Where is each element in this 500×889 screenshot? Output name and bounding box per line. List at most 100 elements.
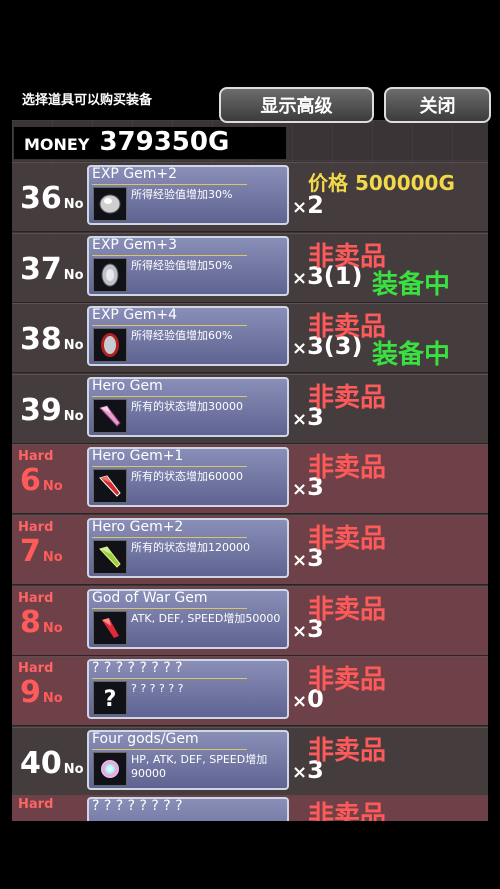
times-icon: × [292,408,308,430]
exp-gem-silver-icon [93,187,127,221]
shop-row[interactable]: Hard 9 No ? ? ? ? ? ? ? ? ? ? ? ? ? ? ? ×0… [12,656,488,727]
not-for-sale-label: 非卖品 [308,801,387,821]
card-divider [92,748,247,750]
item-name: Four gods/Gem [92,730,199,747]
item-card[interactable]: God of War Gem ATK, DEF, SPEED增加50000 [87,588,289,649]
shop-row-partial[interactable]: Hard ? ? ? ? ? ? ? ? 非卖品 [12,795,488,821]
no-suffix: No [42,550,63,565]
no-suffix: No [63,408,84,424]
item-card[interactable]: Four gods/Gem HP, ATK, DEF, SPEED增加 9000… [87,729,289,790]
hero-gem-green-icon [93,540,127,574]
exp-gem-gray-icon [93,257,127,292]
shop-row[interactable]: 37 No EXP Gem+3 所得经验值增加50% ×3(1) 非卖品 装备中 [12,232,488,303]
shop-row[interactable]: Hard 6 No Hero Gem+1 所有的状态增加60000 ×3 非卖品 [12,444,488,515]
item-name: EXP Gem+4 [92,307,178,324]
hard-label: Hard [18,520,54,535]
item-card[interactable]: ? ? ? ? ? ? ? ? ? ? ? ? ? ? ? [87,659,289,720]
equipped-label: 装备中 [372,269,451,300]
item-number-value: 7 [20,534,41,569]
money-display: MONEY 379350G [14,127,286,159]
item-description: HP, ATK, DEF, SPEED增加 90000 [131,752,268,780]
instruction-text: 选择道具可以购买装备 [22,93,153,108]
item-number-value: 9 [20,675,41,711]
item-number-value: 6 [20,463,41,499]
card-divider [92,184,247,185]
times-icon: × [292,338,308,360]
times-icon: × [292,620,308,642]
item-description: 所有的状态增加30000 [131,399,243,413]
not-for-sale-label: 非卖品 [308,735,387,766]
shop-row[interactable]: Hard 7 No Hero Gem+2 所有的状态增加120000 ×3 非卖品 [12,515,488,585]
item-card[interactable]: Hero Gem 所有的状态增加30000 [87,376,289,437]
times-icon: × [292,761,308,783]
no-suffix: No [63,761,84,777]
item-description: ATK, DEF, SPEED增加50000 [131,611,281,625]
no-suffix: No [42,620,63,636]
question-mark-icon: ? [93,681,127,716]
shop-row[interactable]: 38 No EXP Gem+4 所得经验值增加60% ×3(3) 非卖品 装备中 [12,303,488,374]
hard-label: Hard [18,797,54,812]
not-for-sale-label: 非卖品 [308,524,387,554]
item-name: EXP Gem+3 [92,236,178,253]
item-description: 所有的状态增加60000 [131,470,243,484]
item-card[interactable]: EXP Gem+2 所得经验值增加30% [87,165,289,225]
show-advanced-button[interactable]: 显示高级 [219,87,374,123]
no-suffix: No [63,267,84,283]
item-name: Hero Gem+2 [92,519,184,535]
item-description: 所得经验值增加30% [131,188,233,201]
svg-text:?: ? [104,687,117,711]
close-button[interactable]: 关闭 [384,87,491,123]
item-card[interactable]: Hero Gem+2 所有的状态增加120000 [87,518,289,578]
money-label: MONEY [24,135,90,154]
card-divider [92,678,247,680]
card-divider [92,325,247,327]
item-name: ? ? ? ? ? ? ? ? [92,798,183,814]
card-divider [92,537,247,538]
item-number-value: 38 [20,322,62,358]
shop-row[interactable]: Hard 8 No God of War Gem ATK, DEF, SPEED增加… [12,585,488,656]
item-name: EXP Gem+2 [92,166,178,182]
shop-row[interactable]: 39 No Hero Gem 所有的状态增加30000 ×3 非卖品 [12,373,488,444]
item-number-value: 8 [20,604,41,640]
not-for-sale-label: 非卖品 [308,382,387,413]
item-card[interactable]: EXP Gem+3 所得经验值增加50% [87,235,289,296]
rainbow-orb-icon [93,751,127,786]
item-number-value: 39 [20,392,62,428]
price-label: 价格 500000G [308,171,455,195]
no-suffix: No [42,691,63,707]
no-suffix: No [63,197,84,212]
not-for-sale-label: 非卖品 [308,453,387,484]
shop-row[interactable]: 36 No EXP Gem+2 所得经验值增加30% ×2 价格 500000G [12,162,488,232]
item-description: 所得经验值增加60% [131,329,233,343]
item-card[interactable]: Hero Gem+1 所有的状态增加60000 [87,447,289,508]
card-divider [92,607,247,609]
shop-row[interactable]: 40 No Four gods/Gem HP, ATK, DEF, SPEED增加… [12,726,488,797]
times-icon: × [292,691,308,713]
hero-gem-pink-icon [93,398,127,433]
times-icon: × [292,267,308,289]
hard-label: Hard [18,661,54,677]
item-description: 所有的状态增加120000 [131,541,250,554]
item-number-value: 36 [20,181,62,216]
item-description: 所得经验值增加50% [131,258,233,272]
not-for-sale-label: 非卖品 [308,665,387,696]
money-value: 379350G [99,127,230,157]
card-divider [92,254,247,256]
item-name: ? ? ? ? ? ? ? ? [92,660,183,677]
card-divider [92,395,247,397]
item-name: God of War Gem [92,589,208,606]
item-name: Hero Gem [92,377,163,394]
hard-label: Hard [18,449,54,465]
item-number-value: 37 [20,251,62,287]
card-divider [92,466,247,468]
equipped-label: 装备中 [372,340,451,371]
exp-gem-red-icon [93,328,127,363]
hero-gem-red-icon [93,469,127,504]
war-gem-red-icon [93,610,127,645]
item-description: ? ? ? ? ? ? [131,682,184,696]
times-icon: × [292,479,308,501]
hard-label: Hard [18,590,54,606]
times-icon: × [292,550,308,571]
item-name: Hero Gem+1 [92,448,184,465]
item-card[interactable]: EXP Gem+4 所得经验值增加60% [87,306,289,367]
